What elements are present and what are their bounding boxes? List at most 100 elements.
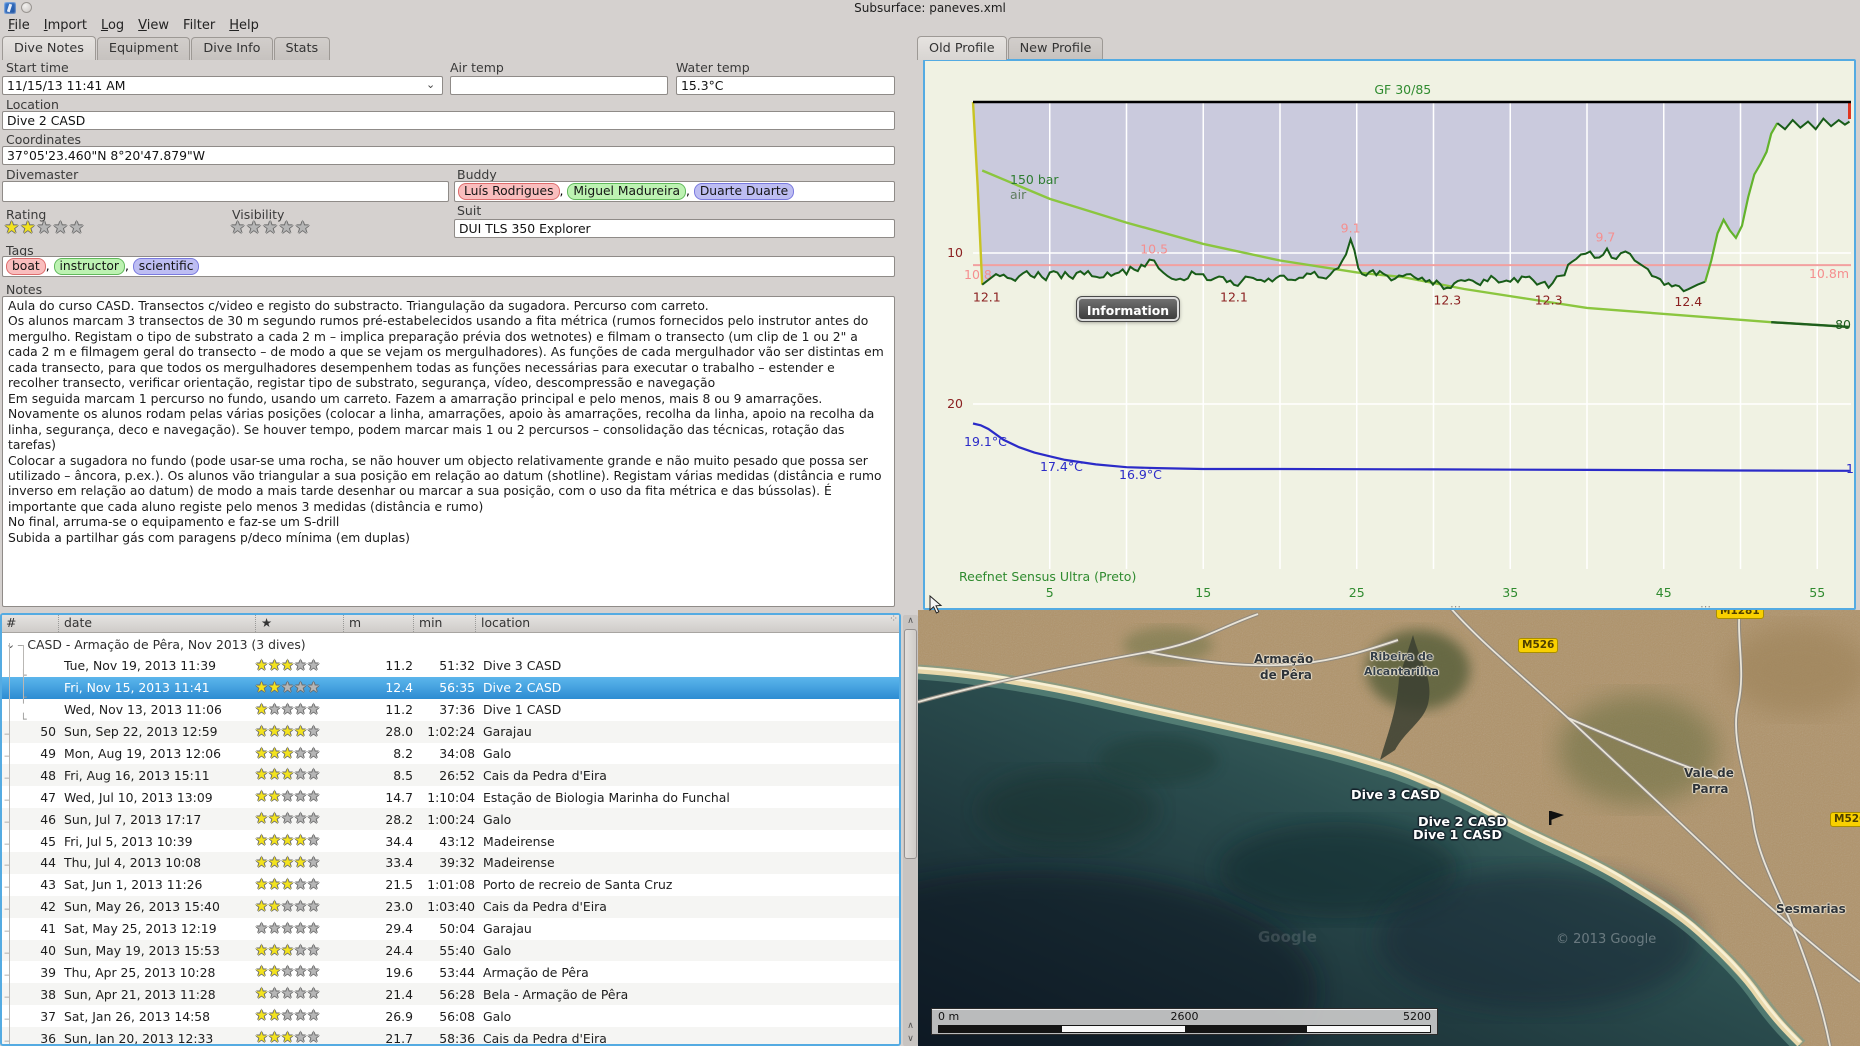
- dive-row[interactable]: –40 Sun, May 19, 2013 15:53 ★★★★★ 24.4 55:40…: [2, 939, 899, 962]
- coordinates-label: Coordinates: [6, 132, 82, 147]
- star-filled-icon: ★: [281, 854, 294, 871]
- dive-group-label: CASD - Armação de Pêra, Nov 2013 (3 dive…: [27, 636, 306, 652]
- star-filled-icon: ★: [255, 1008, 268, 1025]
- dive-row[interactable]: –43 Sat, Jun 1, 2013 11:26 ★★★★★ 21.5 1:01:0…: [2, 874, 899, 896]
- star-filled-icon: ★: [268, 854, 281, 871]
- star-filled-icon: ★: [255, 964, 268, 981]
- menu-log[interactable]: Log: [95, 17, 132, 35]
- scale-bar-segments: [938, 1025, 1431, 1033]
- buddy-label: Buddy: [457, 167, 497, 182]
- collapse-arrow-icon[interactable]: ⌄: [6, 638, 15, 651]
- air-temp-field[interactable]: [450, 76, 668, 95]
- divemaster-field[interactable]: [2, 181, 449, 202]
- svg-text:9.1: 9.1: [1341, 220, 1361, 235]
- dive-row[interactable]: –37 Sat, Jan 26, 2013 14:58 ★★★★★ 26.9 56:08…: [2, 1005, 899, 1027]
- buddy-field[interactable]: Luís Rodrigues, Miguel Madureira, Duarte…: [454, 181, 895, 202]
- menu-filter[interactable]: Filter: [177, 17, 223, 35]
- dive-row[interactable]: –44 Thu, Jul 4, 2013 10:08 ★★★★★ 33.4 39:32 M…: [2, 852, 899, 874]
- star-empty-icon: ★: [36, 218, 53, 238]
- rating-stars[interactable]: ★★★★★: [4, 218, 85, 238]
- column-header-num[interactable]: #: [2, 615, 58, 632]
- start-time-combo[interactable]: [2, 76, 443, 95]
- star-filled-icon: ★: [294, 723, 307, 740]
- dive-row[interactable]: –36 Sun, Jan 20, 2013 12:33 ★★★★★ 21.7 58:36…: [2, 1027, 899, 1046]
- column-header-date[interactable]: date: [58, 615, 255, 632]
- menu-import[interactable]: Import: [38, 17, 95, 35]
- dive-row[interactable]: –38 Sun, Apr 21, 2013 11:28 ★★★★★ 21.4 56:28…: [2, 983, 899, 1006]
- dive-row[interactable]: –48 Fri, Aug 16, 2013 15:11 ★★★★★ 8.5 26:52 C…: [2, 764, 899, 787]
- star-filled-icon: ★: [268, 723, 281, 740]
- star-empty-icon: ★: [307, 723, 320, 740]
- menu-help[interactable]: Help: [223, 17, 267, 35]
- tags-field[interactable]: boat, instructor, scientific: [2, 256, 895, 277]
- column-header-min[interactable]: min: [413, 615, 475, 632]
- dive-group-row[interactable]: ⌄ – CASD - Armação de Pêra, Nov 2013 (3 …: [2, 633, 899, 655]
- scroll-up-icon[interactable]: ∧: [903, 1020, 918, 1033]
- tab-old-profile[interactable]: Old Profile: [917, 36, 1007, 60]
- notes-field[interactable]: Aula do curso CASD. Transectos c/video e…: [2, 296, 895, 607]
- suit-field[interactable]: [454, 219, 895, 238]
- splitter-handle[interactable]: ⁘: [889, 612, 900, 625]
- dive-list-header[interactable]: # date ★ m min location: [2, 615, 899, 633]
- star-empty-icon: ★: [69, 218, 86, 238]
- coordinates-field[interactable]: [2, 146, 895, 165]
- dive-row[interactable]: –45 Fri, Jul 5, 2013 10:39 ★★★★★ 34.4 43:12 M…: [2, 830, 899, 852]
- star-filled-icon: ★: [281, 657, 294, 674]
- scroll-up-icon[interactable]: ∧: [903, 615, 918, 628]
- column-header-m[interactable]: m: [343, 615, 413, 632]
- location-label: Location: [6, 97, 59, 112]
- water-temp-field[interactable]: [676, 76, 895, 95]
- dive-row[interactable]: └ Wed, Nov 13, 2013 11:06 ★★★★★ 11.2 37:36 Di…: [2, 699, 899, 726]
- dive-row[interactable]: –49 Mon, Aug 19, 2013 12:06 ★★★★★ 8.2 34:08 G…: [2, 743, 899, 765]
- dive-row[interactable]: –46 Sun, Jul 7, 2013 17:17 ★★★★★ 28.2 1:00:2…: [2, 808, 899, 831]
- left-tab-bar: Dive Notes Equipment Dive Info Stats: [2, 36, 331, 60]
- star-empty-icon: ★: [307, 833, 320, 850]
- menu-view[interactable]: View: [132, 17, 177, 35]
- dive-row[interactable]: –39 Thu, Apr 25, 2013 10:28 ★★★★★ 19.6 53:44…: [2, 961, 899, 983]
- star-empty-icon: ★: [294, 986, 307, 1003]
- column-header-location[interactable]: location: [475, 615, 899, 632]
- dive-site-map[interactable]: Armação de Pêra Ribeira de Alcantarilha Vale…: [918, 610, 1860, 1046]
- star-filled-icon: ★: [281, 876, 294, 893]
- dive-row[interactable]: –50 Sun, Sep 22, 2013 12:59 ★★★★★ 28.0 1:02:…: [2, 720, 899, 743]
- svg-text:12.3: 12.3: [1433, 293, 1461, 308]
- star-filled-icon: ★: [281, 723, 294, 740]
- star-empty-icon: ★: [281, 679, 294, 696]
- information-tooltip[interactable]: Information: [1076, 296, 1180, 322]
- star-filled-icon: ★: [268, 679, 281, 696]
- star-filled-icon: ★: [281, 1030, 294, 1046]
- visibility-stars[interactable]: ★★★★★: [230, 218, 311, 238]
- tab-new-profile[interactable]: New Profile: [1007, 37, 1104, 60]
- tab-dive-notes[interactable]: Dive Notes: [2, 36, 96, 60]
- location-field[interactable]: [2, 111, 895, 130]
- dive-row[interactable]: –41 Sat, May 25, 2013 12:19 ★★★★★ 29.4 50:04…: [2, 918, 899, 940]
- svg-text:80: 80: [1835, 317, 1851, 332]
- dive-row[interactable]: –42 Sun, May 26, 2013 15:40 ★★★★★ 23.0 1:03:…: [2, 895, 899, 918]
- map-label--2013-google: © 2013 Google: [1556, 932, 1657, 947]
- star-empty-icon: ★: [294, 701, 307, 718]
- star-empty-icon: ★: [307, 767, 320, 784]
- dive-row[interactable]: –47 Wed, Jul 10, 2013 13:09 ★★★★★ 14.7 1:10:…: [2, 786, 899, 808]
- column-header-stars[interactable]: ★: [255, 615, 343, 632]
- tab-equipment[interactable]: Equipment: [96, 37, 191, 60]
- scroll-down-icon[interactable]: ∨: [903, 1033, 918, 1046]
- star-empty-icon: ★: [268, 920, 281, 937]
- dive-row[interactable]: ├Tue, Nov 19, 2013 11:39★★★★★11.251:32Di…: [2, 655, 899, 682]
- scrollbar-thumb[interactable]: [904, 629, 917, 859]
- star-empty-icon: ★: [294, 789, 307, 806]
- star-empty-icon: ★: [294, 679, 307, 696]
- tab-dive-info[interactable]: Dive Info: [191, 37, 273, 60]
- dive-list-scrollbar[interactable]: ∧ ∧ ∨: [903, 615, 918, 1046]
- star-filled-icon: ★: [255, 1030, 268, 1046]
- tree-line: [23, 645, 24, 700]
- chevron-down-icon[interactable]: ⌄: [426, 78, 435, 91]
- tab-stats[interactable]: Stats: [273, 37, 331, 60]
- dive-row-selected[interactable]: ├Fri, Nov 15, 2013 11:41★★★★★12.456:35Di…: [2, 676, 899, 704]
- menu-file[interactable]: File: [2, 17, 38, 35]
- dive-marker-label-dive-3-casd: Dive 3 CASD: [1351, 788, 1440, 803]
- suit-label: Suit: [457, 203, 482, 218]
- star-empty-icon: ★: [307, 876, 320, 893]
- pill-duarte-duarte: Duarte Duarte: [693, 183, 795, 200]
- start-time-label: Start time: [6, 60, 69, 75]
- star-filled-icon: ★: [268, 1008, 281, 1025]
